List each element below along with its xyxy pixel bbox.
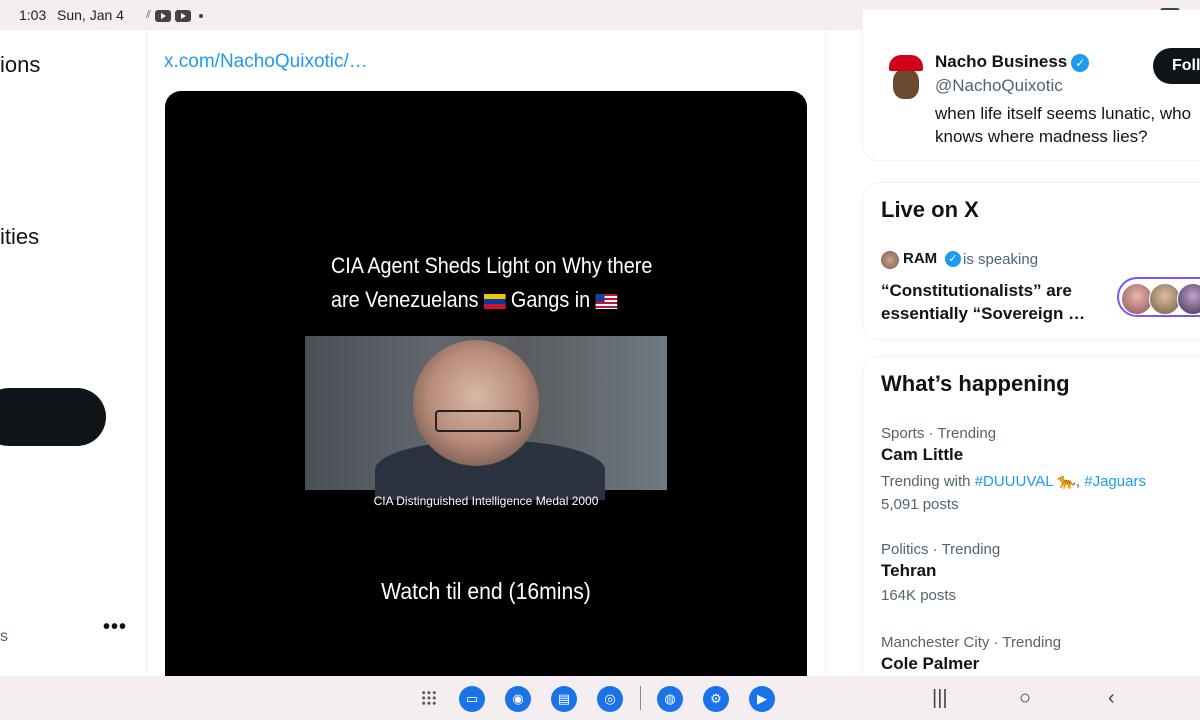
profile-name-text: Nacho Business xyxy=(935,52,1068,71)
post-button[interactable] xyxy=(0,388,106,446)
video-caption-line2: are Venezuelans Gangs in xyxy=(331,287,623,313)
verified-badge-icon: ✓ xyxy=(945,251,961,267)
listener-avatar xyxy=(1177,283,1200,315)
venezuela-flag-icon xyxy=(483,293,506,309)
post-link[interactable]: x.com/NachoQuixotic/… xyxy=(164,51,368,73)
status-time: 1:03 xyxy=(19,7,47,23)
account-more-icon[interactable]: ••• xyxy=(103,616,127,639)
listener-avatars xyxy=(1117,277,1200,317)
files-app-icon[interactable]: ▭ xyxy=(459,686,485,712)
left-navigation: ions ities s ••• xyxy=(0,30,147,676)
dock-separator xyxy=(640,686,641,710)
profile-bio: when life itself seems lunatic, who know… xyxy=(935,104,1192,146)
trend-category: Politics · Trending xyxy=(881,541,1001,558)
speaker-head xyxy=(413,340,539,466)
nav-item-communities[interactable]: ities xyxy=(0,224,39,250)
back-icon[interactable]: ‹ xyxy=(1108,687,1115,710)
messages-app-icon[interactable]: ◉ xyxy=(505,686,531,712)
settings-app-icon[interactable]: ⚙ xyxy=(703,686,729,712)
video-frame xyxy=(305,336,667,500)
jaguar-emoji-icon: 🐆 xyxy=(1057,473,1076,490)
host-name: RAM xyxy=(903,250,938,267)
speaking-status: is speaking xyxy=(963,251,1039,268)
trend-item[interactable]: Sports · Trending Cam Little Trending wi… xyxy=(881,425,1146,513)
us-flag-icon xyxy=(595,293,618,309)
trend-name: Tehran xyxy=(881,561,937,580)
whats-happening-title: What’s happening xyxy=(881,371,1070,396)
caption-text-b: Gangs in xyxy=(510,287,591,312)
profile-handle: @NachoQuixotic xyxy=(935,76,1063,95)
trend-hashtag[interactable]: #Jaguars xyxy=(1084,473,1146,490)
trend-category: Manchester City · Trending xyxy=(881,634,1062,651)
caption-text-a: are Venezuelans xyxy=(331,287,479,312)
space-title: “Constitutionalists” are essentially “So… xyxy=(881,281,1086,323)
video-watch-caption: Watch til end (16mins) xyxy=(381,578,591,604)
trend-item[interactable]: Manchester City · Trending Cole Palmer xyxy=(881,634,1061,674)
trend-with-prefix: Trending with xyxy=(881,473,971,490)
app-drawer-icon[interactable] xyxy=(421,690,437,706)
internet-app-icon[interactable]: ◍ xyxy=(657,686,683,712)
account-switcher-text[interactable]: s xyxy=(0,628,8,646)
trend-item[interactable]: Politics · Trending Tehran 164K posts xyxy=(881,541,1000,604)
system-navigation-bar: ▭ ◉ ▤ ◎ ◍ ⚙ ▶ ||| ○ ‹ xyxy=(0,676,1200,720)
video-caption-line1: CIA Agent Sheds Light on Why there xyxy=(331,253,653,278)
youtube-icon xyxy=(154,9,171,22)
notes-app-icon[interactable]: ▤ xyxy=(551,686,577,712)
follow-button[interactable]: Follo xyxy=(1153,48,1200,84)
live-title: Live on X xyxy=(881,197,979,222)
status-date: Sun, Jan 4 xyxy=(57,7,124,23)
nav-item-notifications[interactable]: ions xyxy=(0,52,40,78)
profile-name[interactable]: Nacho Business ✓ xyxy=(935,52,1090,72)
speaker-glasses xyxy=(435,410,521,432)
trend-name: Cole Palmer xyxy=(881,654,980,673)
trend-posts: 5,091 posts xyxy=(881,496,959,513)
trend-hashtag[interactable]: #DUUUVAL xyxy=(975,473,1053,490)
avatar-cap xyxy=(889,55,923,71)
trend-posts: 164K posts xyxy=(881,587,957,604)
trend-name: Cam Little xyxy=(881,445,964,464)
host-avatar xyxy=(881,251,899,269)
recent-apps-icon[interactable]: ||| xyxy=(932,687,948,710)
main-timeline: x.com/NachoQuixotic/… CIA Agent Sheds Li… xyxy=(147,30,826,691)
video-player[interactable]: CIA Agent Sheds Light on Why there are V… xyxy=(165,91,807,691)
verified-badge-icon: ✓ xyxy=(1071,53,1090,72)
youtube-icon xyxy=(174,9,191,22)
right-sidebar: Nacho Business ✓ @NachoQuixotic when life… xyxy=(862,10,1200,698)
home-icon[interactable]: ○ xyxy=(1019,687,1031,710)
avatar[interactable] xyxy=(887,55,925,103)
share-app-icon[interactable]: ▶ xyxy=(749,686,775,712)
live-card[interactable]: Live on X RAM ✓ is speaking “Constitutio… xyxy=(862,182,1200,340)
signal-slash-icon: ⫽ xyxy=(146,9,151,21)
trend-category: Sports · Trending xyxy=(881,425,997,442)
chrome-app-icon[interactable]: ◎ xyxy=(597,686,623,712)
notification-icons: ⫽ xyxy=(146,9,203,22)
avatar-face xyxy=(893,69,919,99)
trend-with: Trending with #DUUUVAL 🐆, #Jaguars xyxy=(881,473,1146,490)
profile-card: Nacho Business ✓ @NachoQuixotic when life… xyxy=(862,10,1200,161)
whats-happening-card: What’s happening Sports · Trending Cam L… xyxy=(862,356,1200,698)
more-notifications-dot-icon xyxy=(198,13,203,18)
video-medal-caption: CIA Distinguished Intelligence Medal 200… xyxy=(373,494,599,508)
